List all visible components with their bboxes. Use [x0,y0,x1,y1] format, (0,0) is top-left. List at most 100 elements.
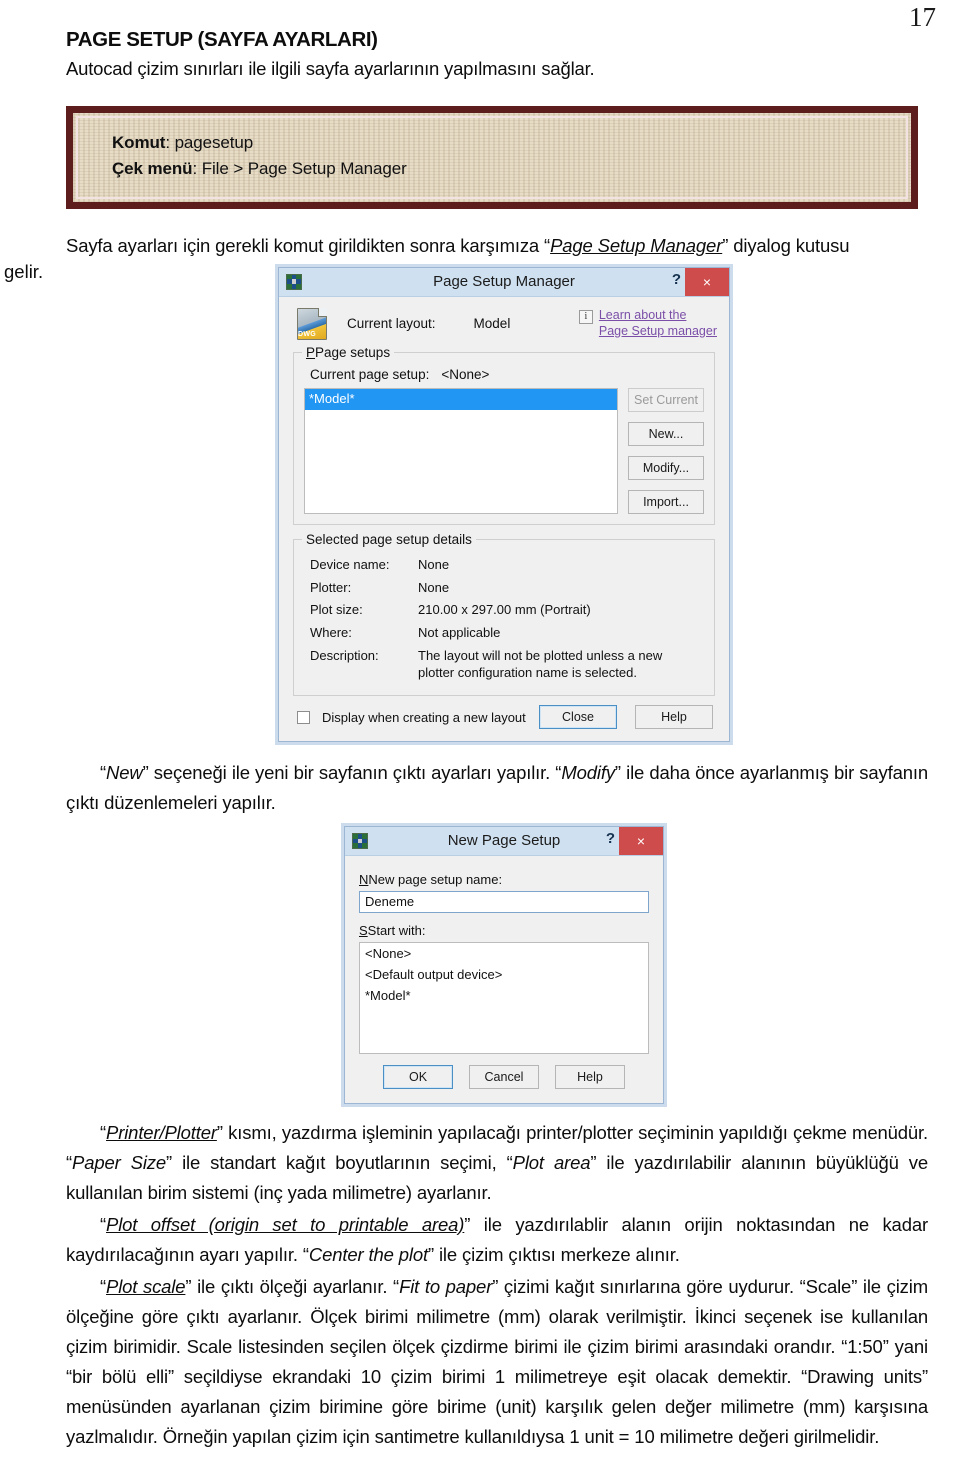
new-page-setup-name-label-text: New page setup name: [368,871,503,887]
new-page-setup-name-label: NNew page setup name: [359,871,503,887]
current-page-setup-value: <None> [441,366,490,382]
menu-line: Çek menü: File > Page Setup Manager [112,156,906,182]
detail-key: Device name: [310,556,390,572]
figure-new-page-setup: New Page Setup ? × NNew page setup name:… [66,825,942,1104]
help-button[interactable]: Help [635,705,713,729]
set-current-button[interactable]: Set Current [628,387,704,412]
page-setups-listbox[interactable]: *Model* [304,387,618,514]
close-button[interactable]: Close [539,705,617,729]
po-em-center: Center the plot [308,1243,428,1265]
plot-scale-paragraph: “Plot scale” ile çıktı ölçeği ayarlanır.… [66,1272,928,1452]
detail-key: Description: [310,648,379,664]
ps-b: ” ile çıktı ölçeği ayarlanır. “ [185,1275,400,1297]
detail-value: The layout will not be plotted unless a … [418,648,663,681]
command-info-box-inner: Komut: pagesetup Çek menü: File > Page S… [76,116,908,199]
details-group-title: Selected page setup details [302,531,476,547]
menu-label: Çek menü [112,159,193,179]
help-button[interactable]: Help [555,1064,625,1089]
dialog2-body: NNew page setup name: Deneme SStart with… [345,856,663,1103]
detail-row-where: Where: Not applicable [304,622,704,645]
page-setup-manager-dialog[interactable]: Page Setup Manager ? × DWG Current layou… [278,266,730,742]
new-modify-paragraph-block: “New” seçeneği ile yeni bir sayfanın çık… [66,758,942,818]
document-page: 17 PAGE SETUP (SAYFA AYARLARI) Autocad ç… [0,0,960,1476]
dwg-file-icon: DWG [297,307,327,340]
selected-page-setup-details-group: Selected page setup details Device name:… [293,531,715,696]
display-on-new-layout-label: Display when creating a new layout [322,709,526,725]
detail-row-device-name: Device name: None [304,554,704,577]
plot-offset-paragraph: “Plot offset (origin set to printable ar… [66,1210,928,1270]
intro-paragraph-wrap: Sayfa ayarları için gerekli komut girild… [4,231,942,282]
learn-about-link[interactable]: Learn about the Page Setup manager [599,308,717,339]
list-item[interactable]: <Default output device> [360,964,648,985]
close-icon[interactable]: × [685,267,729,296]
modify-button[interactable]: Modify... [628,455,704,480]
start-with-label: SStart with: [359,922,426,938]
dialog-title: Page Setup Manager [433,273,575,291]
detail-key: Where: [310,625,352,641]
printer-plotter-paragraph-block: “Printer/Plotter” kısmı, yazdırma işlemi… [66,1118,942,1208]
current-layout-label: Current layout: [347,316,436,332]
lead-paragraph: Autocad çizim sınırları ile ilgili sayfa… [66,58,595,79]
ps-c: ” çizimi kağıt sınırlarına göre uydurur.… [66,1275,928,1447]
new-button[interactable]: New... [628,421,704,446]
detail-value: Not applicable [418,625,501,641]
new-page-setup-name-input[interactable]: Deneme [359,890,649,913]
pp-c: ” ile standart kağıt boyutlarının seçimi… [166,1151,513,1173]
printer-plotter-paragraph: “Printer/Plotter” kısmı, yazdırma işlemi… [66,1118,928,1208]
current-page-setup-label: Current page setup: [310,366,430,382]
ok-button[interactable]: OK [383,1064,453,1089]
dialog-footer: Display when creating a new layout Close… [289,696,719,731]
ps-em-fittopaper: Fit to paper [399,1275,493,1297]
po-c: ” ile çizim çıktısı merkeze alınır. [427,1243,680,1265]
detail-value: None [418,556,450,572]
autocad-app-icon [352,832,368,849]
dialog-titlebar[interactable]: Page Setup Manager ? × [279,267,729,297]
page-setups-group-title: PPage setups [302,344,395,360]
pnm-b: ” seçeneği ile yeni bir sayfanın çıktı a… [142,762,562,783]
new-page-setup-dialog[interactable]: New Page Setup ? × NNew page setup name:… [344,825,664,1104]
help-question-icon[interactable]: ? [672,271,681,288]
figure-page-setup-manager: Page Setup Manager ? × DWG Current layou… [66,266,942,742]
command-line: Komut: pagesetup [112,130,906,156]
dialog2-titlebar[interactable]: New Page Setup ? × [345,826,663,856]
pp-em-printer: Printer/Plotter [106,1121,217,1143]
intro-text-b: ” diyalog kutusu [722,234,850,256]
pp-em-plotarea: Plot area [512,1151,591,1173]
list-item[interactable]: *Model* [360,985,648,1006]
command-value: : pagesetup [165,133,254,152]
plot-offset-paragraph-block: “Plot offset (origin set to printable ar… [66,1210,942,1270]
learn-link-line1: Learn about the [598,308,687,323]
page-setups-group-label: Page setups [315,344,391,360]
display-on-new-layout-checkbox[interactable] [297,710,310,724]
page-content: PAGE SETUP (SAYFA AYARLARI) Autocad çizi… [0,0,960,1452]
new-modify-paragraph: “New” seçeneği ile yeni bir sayfanın çık… [66,758,928,818]
detail-key: Plot size: [310,602,363,618]
intro-emphasis: Page Setup Manager [550,234,723,256]
list-item[interactable]: <None> [360,943,648,964]
close-icon[interactable]: × [619,826,663,855]
autocad-app-icon [286,273,302,290]
menu-value: : File > Page Setup Manager [192,159,407,179]
current-page-setup-row: Current page setup: <None> [310,367,704,382]
page-setups-button-column: Set Current New... Modify... Import... [628,387,704,514]
import-button[interactable]: Import... [628,489,704,514]
cancel-button[interactable]: Cancel [469,1064,539,1089]
detail-row-plotter: Plotter: None [304,577,704,600]
page-number: 17 [909,2,936,32]
dialog2-footer: OK Cancel Help [349,1054,659,1099]
detail-row-plot-size: Plot size: 210.00 x 297.00 mm (Portrait) [304,599,704,622]
page-setups-list-and-buttons: *Model* Set Current New... Modify... Imp… [304,387,704,514]
command-label: Komut [112,133,166,152]
list-item[interactable]: *Model* [305,388,617,410]
learn-about-wrap[interactable]: i Learn about the Page Setup manager [578,308,719,339]
pnm-em-new: New [106,762,143,783]
details-grid: Device name: None Plotter: None Plot siz… [304,554,704,685]
page-title: PAGE SETUP (SAYFA AYARLARI) [66,28,378,51]
intro-text-a: Sayfa ayarları için gerekli komut girild… [66,234,551,256]
start-with-label-text: Start with: [367,922,426,938]
intro-paragraph: Sayfa ayarları için gerekli komut girild… [66,231,928,261]
detail-value: 210.00 x 297.00 mm (Portrait) [418,602,591,618]
help-question-icon[interactable]: ? [606,830,615,847]
plot-scale-paragraph-block: “Plot scale” ile çıktı ölçeği ayarlanır.… [66,1272,942,1452]
start-with-listbox[interactable]: <None> <Default output device> *Model* [359,941,649,1054]
